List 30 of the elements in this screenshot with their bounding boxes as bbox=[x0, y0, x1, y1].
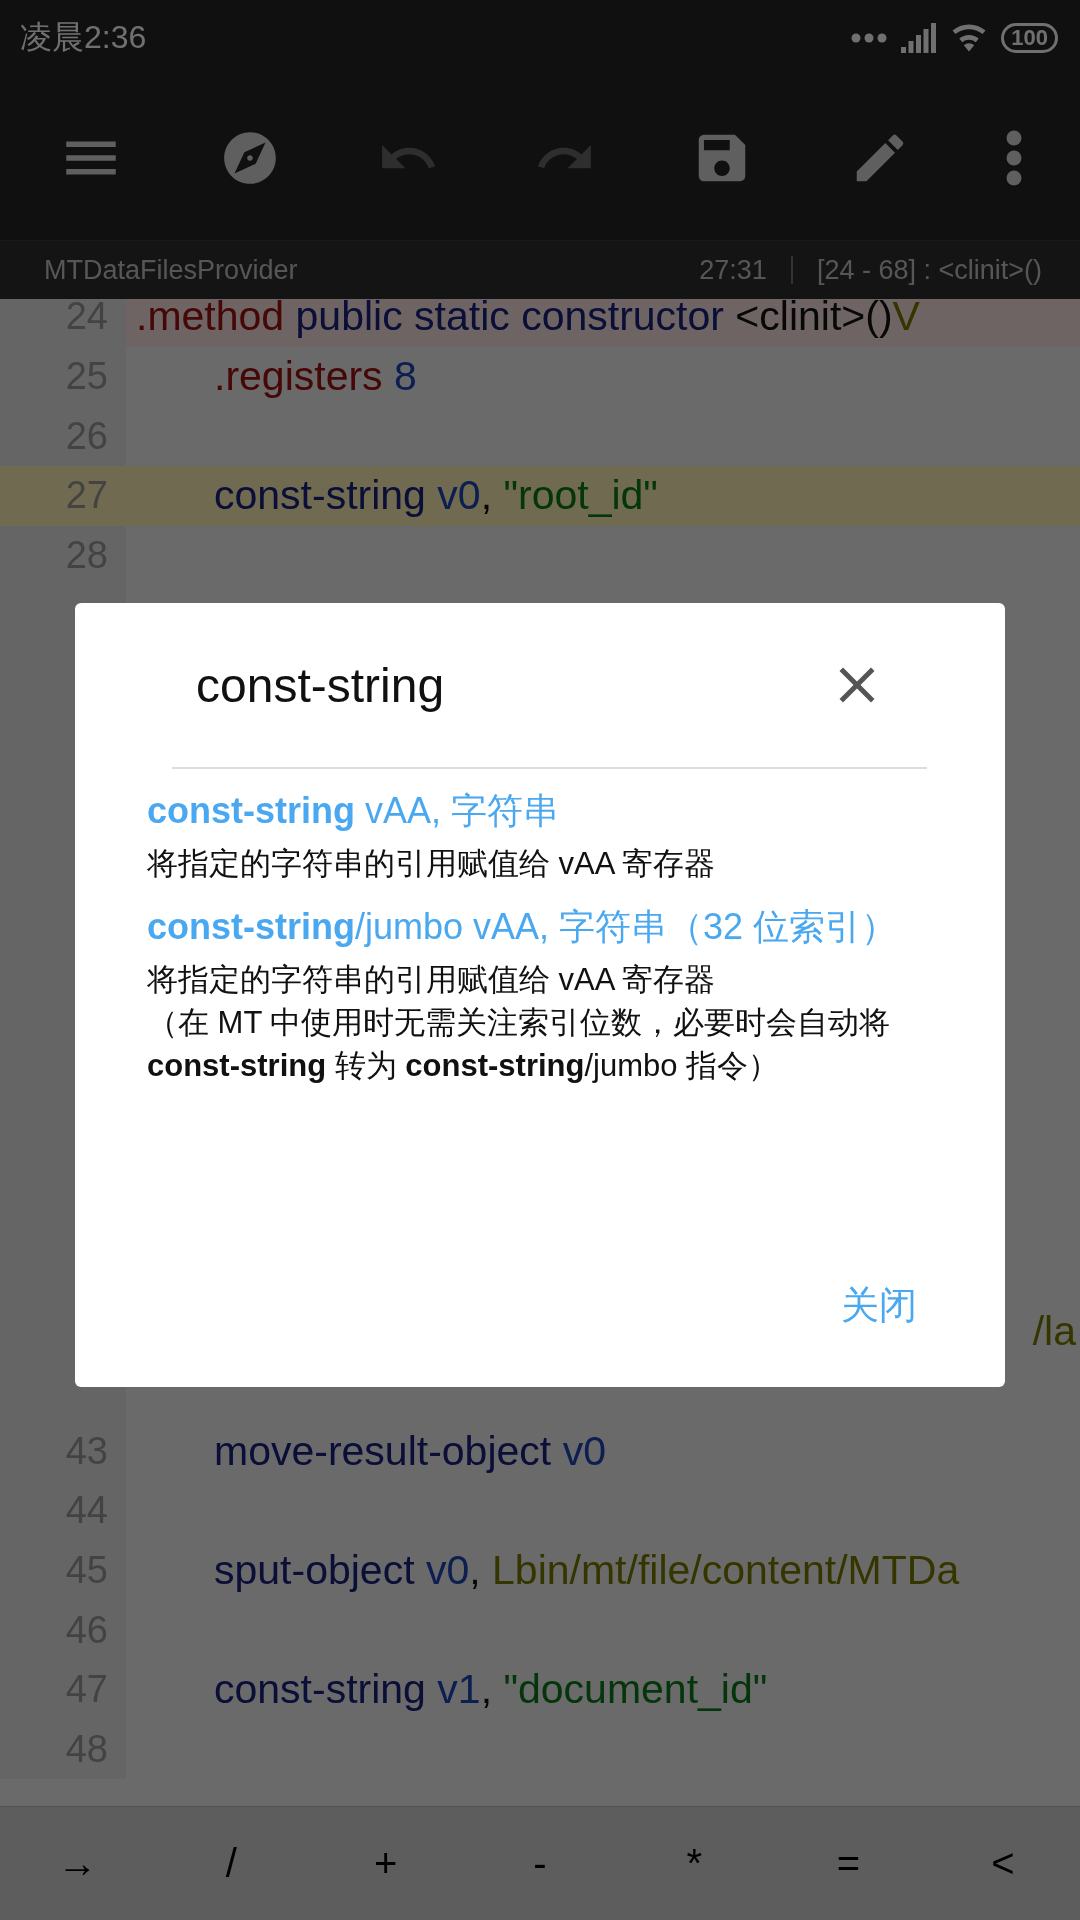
symbol-key[interactable]: = bbox=[788, 1831, 909, 1896]
instruction-description: 将指定的字符串的引用赋值给 vAA 寄存器 bbox=[147, 961, 717, 999]
cursor-position: 27:31 bbox=[699, 254, 767, 286]
instruction-description: （在 MT 中使用时无需关注索引位数，必要时会自动将 const-string 转为 const-string/jumbo 指令） bbox=[147, 1004, 892, 1085]
wifi-icon bbox=[951, 23, 988, 52]
symbol-key[interactable]: → bbox=[17, 1831, 138, 1896]
dots-icon bbox=[851, 32, 888, 43]
symbol-key[interactable]: / bbox=[171, 1831, 292, 1896]
instruction-syntax: const-string vAA, 字符串 bbox=[147, 789, 561, 833]
code-line: .method public static constructor <clinit>()V bbox=[135, 299, 920, 341]
instruction-syntax: const-string/jumbo vAA, 字符串（32 位索引） bbox=[147, 905, 899, 949]
instruction-description: 将指定的字符串的引用赋值给 vAA 寄存器 bbox=[147, 845, 717, 883]
code-line: .registers 8 bbox=[213, 353, 417, 401]
code-line: /la bbox=[1031, 1307, 1076, 1355]
code-line: const-string v1, "document_id" bbox=[213, 1666, 768, 1714]
clock: 凌晨2:36 bbox=[20, 17, 147, 57]
symbol-key[interactable]: - bbox=[480, 1831, 600, 1896]
symbol-key[interactable]: * bbox=[634, 1831, 755, 1896]
method-range: [24 - 68] : <clinit>() bbox=[816, 254, 1042, 286]
close-button[interactable]: 关闭 bbox=[841, 1280, 917, 1331]
symbol-key[interactable]: < bbox=[942, 1831, 1063, 1896]
battery-level: 100 bbox=[1001, 22, 1058, 53]
code-line: sput-object v0, Lbin/mt/file/content/MTDa bbox=[213, 1546, 960, 1594]
code-line: const-string v0, "root_id" bbox=[213, 472, 658, 520]
more-icon bbox=[1006, 129, 1023, 186]
signal-icon bbox=[901, 22, 938, 53]
symbol-key[interactable]: + bbox=[325, 1831, 446, 1896]
code-line: move-result-object v0 bbox=[213, 1427, 606, 1475]
file-name: MTDataFilesProvider bbox=[44, 254, 298, 286]
dialog-title: const-string bbox=[196, 657, 445, 713]
